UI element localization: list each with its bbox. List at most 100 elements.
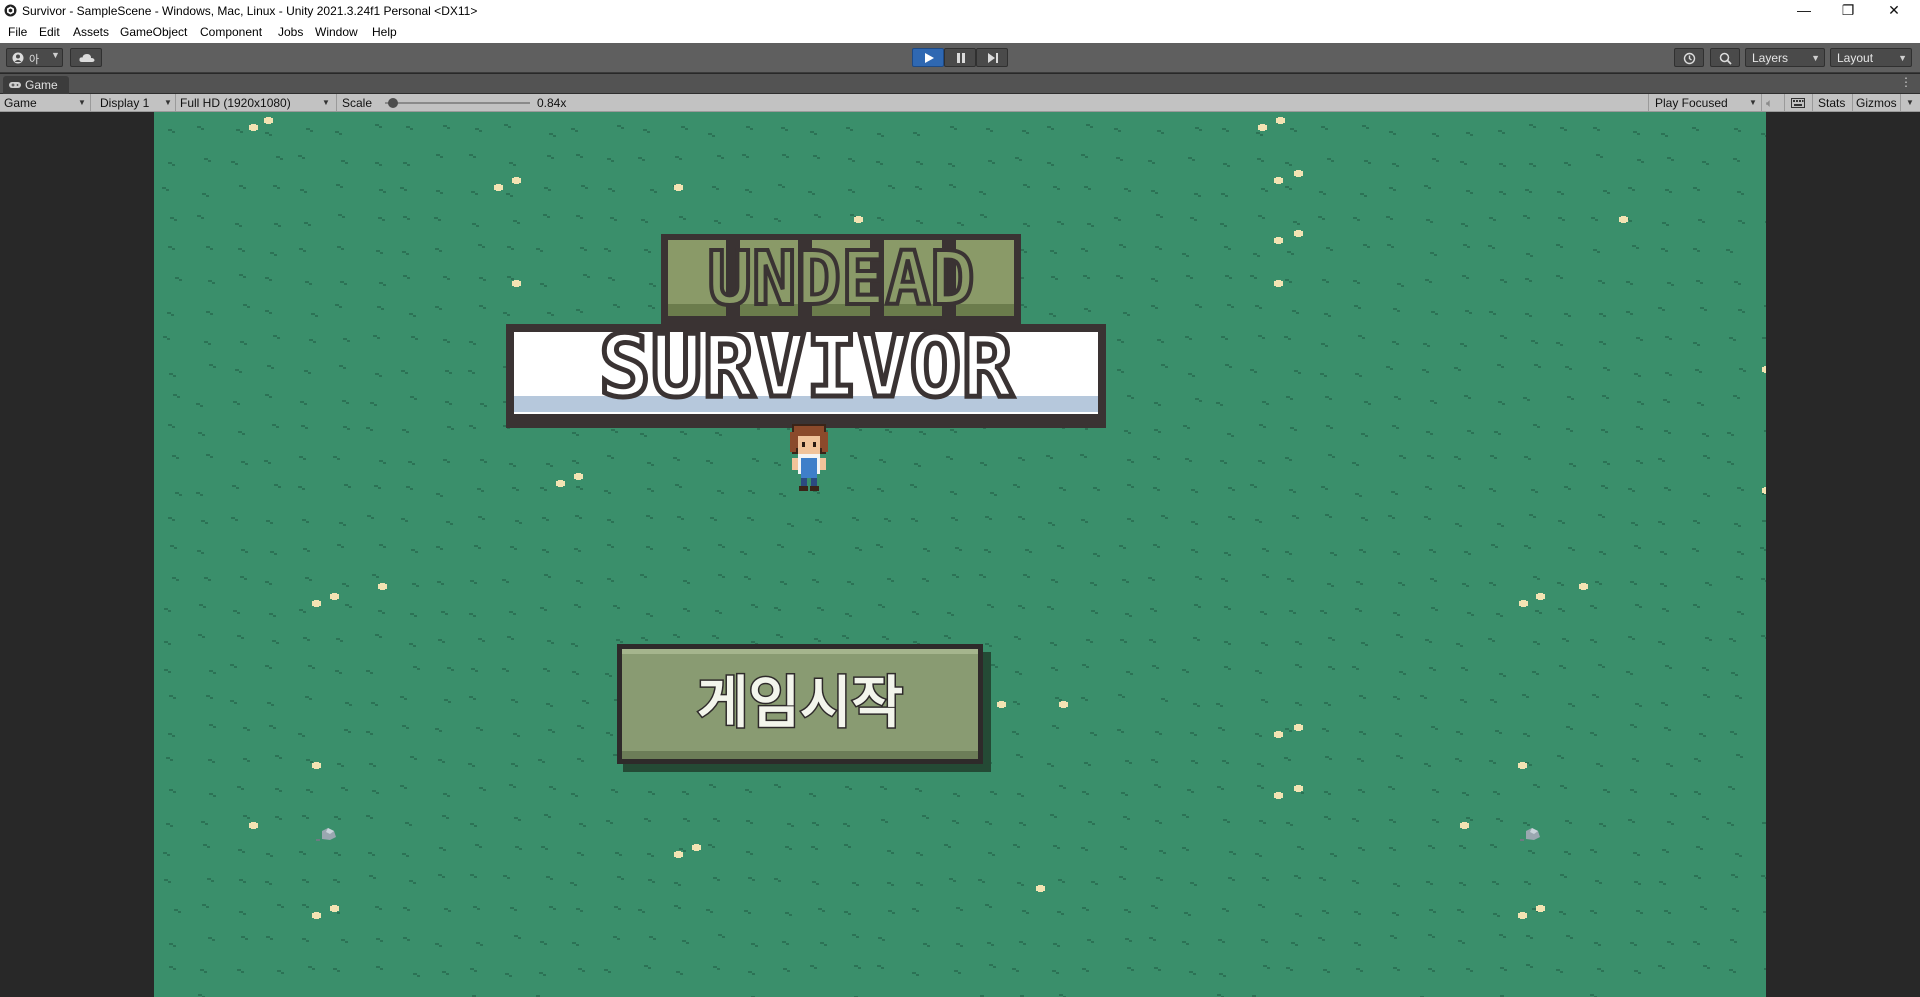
grass-tuft: [507, 877, 510, 879]
start-game-button[interactable]: 게임시작: [617, 644, 991, 772]
grass-tuft: [512, 487, 516, 489]
grass-tuft: [1263, 426, 1266, 428]
grass-tuft: [271, 367, 274, 369]
restore-button[interactable]: ❐: [1826, 0, 1870, 22]
menu-assets[interactable]: Assets: [73, 25, 109, 39]
grass-tuft: [1661, 248, 1665, 250]
menu-file[interactable]: File: [8, 25, 27, 39]
account-dropdown[interactable]: 아 ▼: [6, 48, 63, 67]
step-button[interactable]: [976, 48, 1008, 67]
grass-tuft: [515, 765, 518, 767]
grass-tuft: [1734, 941, 1737, 943]
grass-tuft: [859, 549, 862, 551]
pause-button[interactable]: [944, 48, 976, 67]
grass-tuft: [335, 304, 339, 306]
scale-slider-handle[interactable]: [387, 98, 398, 108]
more-options-icon[interactable]: ⋮: [1900, 75, 1912, 89]
layers-dropdown[interactable]: Layers ▼: [1745, 48, 1825, 67]
grass-tuft: [172, 248, 175, 250]
search-button[interactable]: [1710, 48, 1740, 67]
grass-tuft: [722, 936, 725, 938]
keyboard-shortcuts-icon[interactable]: [1791, 98, 1805, 108]
grass-tuft: [791, 825, 794, 827]
grass-tuft: [473, 615, 476, 617]
grass-tuft: [648, 967, 651, 969]
grass-tuft: [1255, 733, 1259, 735]
gizmos-button[interactable]: Gizmos: [1856, 94, 1897, 112]
grass-tuft: [1704, 309, 1707, 311]
grass-tuft: [1120, 159, 1123, 161]
stats-button[interactable]: Stats: [1818, 94, 1845, 112]
grass-tuft: [1562, 219, 1565, 221]
grass-tuft: [784, 583, 787, 585]
tab-game[interactable]: Game: [3, 76, 69, 94]
grass-tuft: [1428, 187, 1431, 189]
play-button[interactable]: [912, 48, 944, 67]
grass-tuft: [1490, 844, 1494, 846]
grass-tuft: [949, 184, 953, 186]
grass-tuft: [572, 432, 576, 434]
grass-tuft: [1729, 969, 1733, 971]
grass-tuft: [1666, 763, 1670, 765]
history-button[interactable]: [1674, 48, 1704, 67]
grass-tuft: [444, 908, 448, 910]
grass-tuft: [1664, 727, 1668, 729]
grass-tuft: [380, 968, 383, 970]
grass-tuft: [1127, 459, 1131, 461]
menu-jobs[interactable]: Jobs: [278, 25, 303, 39]
resolution-dropdown[interactable]: Full HD (1920x1080) ▼: [176, 94, 336, 112]
grass-tuft: [172, 455, 176, 457]
menu-component[interactable]: Component: [200, 25, 262, 39]
display-dropdown[interactable]: Display 1 ▼: [91, 94, 175, 112]
layout-dropdown[interactable]: Layout ▼: [1830, 48, 1912, 67]
grass-tuft: [279, 757, 282, 759]
grass-tuft: [266, 520, 270, 522]
grass-tuft: [1529, 280, 1532, 282]
grass-tuft: [439, 308, 442, 310]
view-mode-dropdown[interactable]: Game ▼: [0, 94, 90, 112]
mute-audio-icon[interactable]: 🔈︎: [1766, 94, 1773, 112]
grass-tuft: [680, 973, 683, 975]
grass-tuft: [674, 905, 678, 907]
close-button[interactable]: ✕: [1872, 0, 1916, 22]
grass-tuft: [1290, 824, 1293, 826]
grass-tuft: [1466, 968, 1470, 970]
grass-tuft: [1426, 881, 1430, 883]
menu-help[interactable]: Help: [372, 25, 397, 39]
grass-tuft: [686, 793, 689, 795]
grass-tuft: [479, 130, 482, 132]
grass-tuft: [313, 341, 316, 343]
grass-tuft: [1191, 489, 1195, 491]
grass-tuft: [1266, 403, 1269, 405]
grass-tuft: [206, 246, 210, 248]
grass-tuft: [475, 670, 478, 672]
grass-tuft: [205, 522, 208, 524]
grass-tuft: [179, 279, 182, 281]
play-mode-dropdown[interactable]: Play Focused ▼: [1649, 94, 1761, 112]
grass-tuft: [173, 945, 176, 947]
grass-tuft: [1532, 671, 1536, 673]
grass-tuft: [341, 787, 345, 789]
grass-tuft: [213, 795, 216, 797]
menu-edit[interactable]: Edit: [39, 25, 60, 39]
grass-tuft: [310, 791, 313, 793]
grass-tuft: [245, 938, 248, 940]
grass-tuft: [1084, 456, 1087, 458]
minimize-button[interactable]: —: [1782, 0, 1826, 22]
grass-tuft: [445, 401, 449, 403]
scale-slider-track[interactable]: [385, 98, 530, 108]
menu-window[interactable]: Window: [315, 25, 358, 39]
grass-tuft: [1188, 157, 1192, 159]
grass-tuft: [1702, 667, 1706, 669]
grass-tuft: [1232, 489, 1235, 491]
grass-tuft: [877, 217, 881, 219]
grass-tuft: [1594, 942, 1598, 944]
grass-tuft: [611, 521, 614, 523]
cloud-button[interactable]: [70, 48, 102, 67]
grass-tuft: [718, 544, 722, 546]
grass-tuft: [304, 370, 308, 372]
grass-tuft: [1125, 938, 1129, 940]
gizmos-chevron-down-icon[interactable]: ▼: [1906, 94, 1914, 112]
grass-tuft: [1403, 673, 1406, 675]
menu-gameobject[interactable]: GameObject: [120, 25, 187, 39]
